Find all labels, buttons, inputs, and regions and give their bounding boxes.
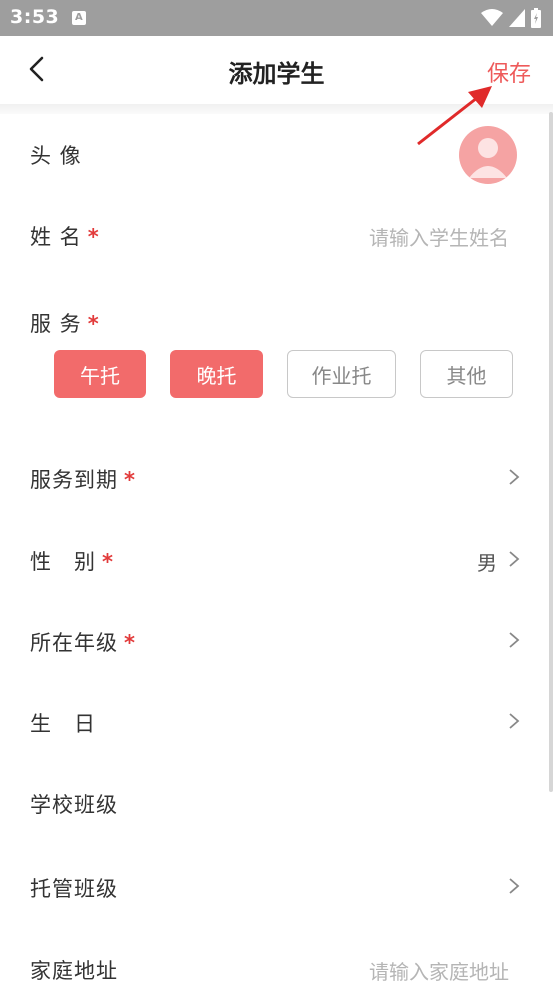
- scrollbar[interactable]: [549, 112, 553, 792]
- signal-icon: [509, 9, 525, 27]
- required-mark: *: [124, 631, 136, 655]
- gender-label: 性 别: [30, 550, 96, 574]
- address-label: 家庭地址: [30, 959, 118, 983]
- care-class-row[interactable]: 托管班级: [0, 843, 553, 928]
- chevron-right-icon: [509, 551, 520, 567]
- name-label: 姓 名: [30, 225, 82, 249]
- address-row: 家庭地址 请输入家庭地址: [0, 927, 553, 984]
- chevron-right-icon: [509, 878, 520, 894]
- school-class-row[interactable]: 学校班级: [0, 762, 553, 844]
- avatar-label: 头 像: [30, 144, 82, 168]
- school-class-label: 学校班级: [30, 793, 118, 817]
- birthday-label: 生 日: [30, 712, 96, 736]
- notification-letter: A: [75, 12, 83, 23]
- grade-row[interactable]: 所在年级 *: [0, 600, 553, 682]
- gender-value: 男: [477, 551, 497, 575]
- address-input[interactable]: 请输入家庭地址: [369, 956, 509, 985]
- chevron-right-icon: [509, 469, 520, 485]
- service-tag-homework[interactable]: 作业托: [287, 350, 396, 398]
- service-expiry-row[interactable]: 服务到期 *: [0, 436, 553, 519]
- required-mark: *: [87, 312, 100, 336]
- required-mark: *: [124, 468, 136, 492]
- status-bar: 3:53 A: [0, 0, 553, 36]
- service-expiry-label: 服务到期: [30, 468, 118, 492]
- service-label: 服 务: [30, 312, 82, 336]
- annotation-arrow-icon: [417, 86, 492, 146]
- service-tag-evening[interactable]: 晚托: [170, 350, 263, 398]
- gender-row[interactable]: 性 别 * 男: [0, 518, 553, 601]
- grade-label: 所在年级: [30, 631, 118, 655]
- chevron-right-icon: [509, 632, 520, 648]
- wifi-icon: [481, 9, 503, 26]
- required-mark: *: [102, 550, 114, 574]
- service-tag-other[interactable]: 其他: [420, 350, 513, 398]
- status-icons: [481, 8, 541, 28]
- name-row: 姓 名 * 请输入学生姓名: [0, 194, 553, 275]
- name-input[interactable]: 请输入学生姓名: [369, 222, 509, 251]
- notification-icon: A: [72, 11, 86, 25]
- care-class-label: 托管班级: [30, 877, 118, 901]
- required-mark: *: [87, 225, 100, 249]
- birthday-row[interactable]: 生 日: [0, 681, 553, 763]
- status-time: 3:53: [10, 6, 60, 28]
- battery-icon: [531, 8, 541, 28]
- service-tag-noon[interactable]: 午托: [54, 350, 146, 398]
- chevron-right-icon: [509, 713, 520, 729]
